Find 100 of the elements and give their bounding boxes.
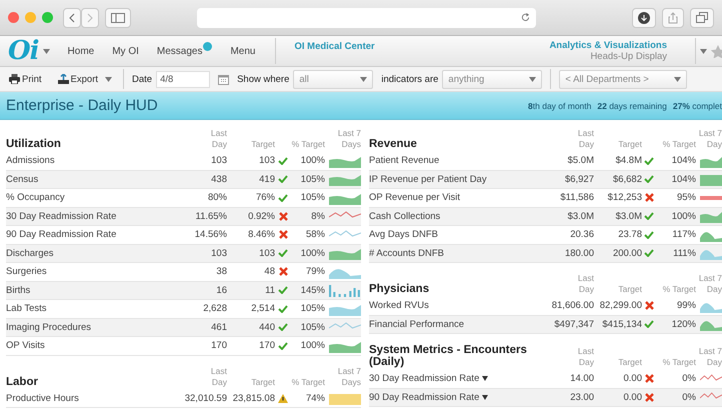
column-header: Last Day bbox=[210, 128, 227, 151]
percent-target: 120% bbox=[672, 318, 696, 330]
metric-name: Financial Performance bbox=[369, 318, 464, 330]
metric-name: Imaging Procedures bbox=[6, 322, 92, 333]
percent-target: 105% bbox=[300, 322, 325, 333]
column-header: Last 7 Day bbox=[698, 346, 722, 369]
last-day-value: 80% bbox=[208, 192, 227, 204]
target-value: $415,134 bbox=[602, 318, 642, 330]
percent-target: 100% bbox=[300, 340, 325, 352]
download-icon bbox=[638, 12, 650, 24]
percent-target: 105% bbox=[300, 174, 325, 185]
target-value: 76% bbox=[256, 192, 275, 204]
column-header: Target bbox=[617, 357, 642, 369]
section-title: System Metrics - Encounters (Daily) bbox=[369, 344, 528, 370]
column-header: Target bbox=[250, 139, 275, 151]
caret-icon bbox=[105, 76, 112, 82]
target-value: 23.78 bbox=[618, 229, 642, 240]
metric-name: 90 Day Readmission Rate bbox=[369, 392, 480, 403]
metric-name: Births bbox=[6, 284, 30, 296]
dropdown-icon[interactable] bbox=[482, 376, 488, 382]
share-icon bbox=[668, 12, 678, 24]
percent-target: 0% bbox=[682, 373, 696, 384]
metric-name: Cash Collections bbox=[369, 210, 440, 222]
last-day-value: 170 bbox=[211, 340, 227, 352]
sidebar-button[interactable] bbox=[105, 8, 131, 28]
zoom-button[interactable] bbox=[42, 12, 53, 23]
nav-link[interactable]: Menu bbox=[230, 46, 256, 56]
nav-link[interactable]: Home bbox=[68, 46, 94, 56]
product-subtitle: Heads-Up Display bbox=[590, 51, 667, 62]
target-value: 11 bbox=[265, 284, 275, 296]
column-header: Last Day bbox=[576, 128, 594, 151]
back-button[interactable] bbox=[63, 8, 81, 28]
percent-target: 111% bbox=[673, 248, 696, 259]
percent-target: 105% bbox=[300, 303, 325, 314]
target-value: 170 bbox=[259, 340, 275, 352]
upload-icon bbox=[58, 74, 69, 84]
metric-name: Discharges bbox=[6, 248, 54, 259]
section-title: Physicians bbox=[369, 283, 430, 297]
column-header: % Target bbox=[291, 139, 325, 151]
target-value: 0.00 bbox=[624, 392, 642, 403]
column-header: Last 7 Days bbox=[336, 366, 361, 389]
column-header: % Target bbox=[662, 284, 696, 296]
metric-name: OP Revenue per Visit bbox=[369, 192, 460, 204]
dropdown-icon[interactable] bbox=[482, 394, 488, 400]
percent-target: 79% bbox=[306, 266, 325, 278]
chevron-right-icon bbox=[87, 12, 93, 22]
address-field[interactable] bbox=[197, 8, 536, 28]
last-day-value: 11.65% bbox=[195, 210, 227, 222]
print-button[interactable]: Print bbox=[6, 74, 45, 84]
percent-target: 99% bbox=[676, 300, 696, 312]
date-field[interactable]: 4/8 bbox=[156, 70, 210, 88]
metric-name: Avg Days DNFB bbox=[369, 229, 438, 240]
percent-target: 58% bbox=[306, 229, 325, 240]
chevron-left-icon bbox=[69, 12, 75, 22]
product-name: Analytics & Visualizations bbox=[549, 40, 667, 51]
reload-icon[interactable] bbox=[521, 13, 530, 22]
nav-link[interactable]: Messages bbox=[156, 46, 202, 56]
last-day-value: 14.56% bbox=[194, 229, 227, 240]
caret-icon bbox=[360, 76, 368, 82]
percent-target: 95% bbox=[676, 192, 696, 204]
target-value: 2,514 bbox=[251, 303, 275, 314]
column-header: % Target bbox=[662, 139, 696, 151]
caret-icon bbox=[529, 76, 536, 82]
column-header: Last 7 Day bbox=[698, 273, 722, 296]
metric-name: IP Revenue per Patient Day bbox=[369, 174, 487, 185]
last-day-value: 438 bbox=[211, 174, 227, 185]
percent-target: 145% bbox=[300, 284, 325, 296]
last-day-value: $5.0M bbox=[568, 155, 594, 166]
export-button[interactable]: Export bbox=[54, 74, 116, 84]
printer-icon bbox=[9, 74, 20, 84]
close-button[interactable] bbox=[8, 12, 19, 23]
metric-name: OP Visits bbox=[6, 340, 45, 352]
caret-icon bbox=[42, 48, 50, 54]
percent-target: 8% bbox=[311, 210, 325, 222]
nav-link[interactable]: My OI bbox=[112, 46, 139, 56]
sidebar-icon bbox=[111, 12, 125, 22]
target-value: $3.0M bbox=[616, 210, 642, 222]
calendar-icon[interactable] bbox=[218, 74, 230, 84]
forward-button[interactable] bbox=[81, 8, 99, 28]
target-value: 103 bbox=[259, 155, 275, 166]
column-header: Last Day bbox=[576, 346, 594, 369]
metric-name: Admissions bbox=[6, 155, 55, 166]
share-button[interactable] bbox=[662, 8, 684, 28]
column-header: Last 7 Day bbox=[698, 128, 722, 151]
target-value: 200.00 bbox=[612, 248, 642, 259]
last-day-value: 2,628 bbox=[203, 303, 227, 314]
progress-text: 22 days remaining bbox=[597, 100, 667, 110]
caret-icon bbox=[700, 48, 707, 54]
star-icon[interactable] bbox=[710, 44, 722, 58]
download-button[interactable] bbox=[632, 8, 656, 28]
column-header: Last Day bbox=[210, 366, 227, 389]
target-value: $12,253 bbox=[608, 192, 642, 204]
progress-text: 27% complet bbox=[672, 100, 722, 110]
metric-name: Patient Revenue bbox=[369, 155, 440, 166]
target-value: 0.92% bbox=[248, 210, 275, 222]
last-day-value: 16 bbox=[216, 284, 227, 296]
metric-name: # Accounts DNFB bbox=[369, 248, 444, 259]
last-day-value: $6,927 bbox=[564, 174, 594, 185]
metric-name: Lab Tests bbox=[6, 303, 46, 314]
tabs-button[interactable] bbox=[690, 8, 714, 28]
